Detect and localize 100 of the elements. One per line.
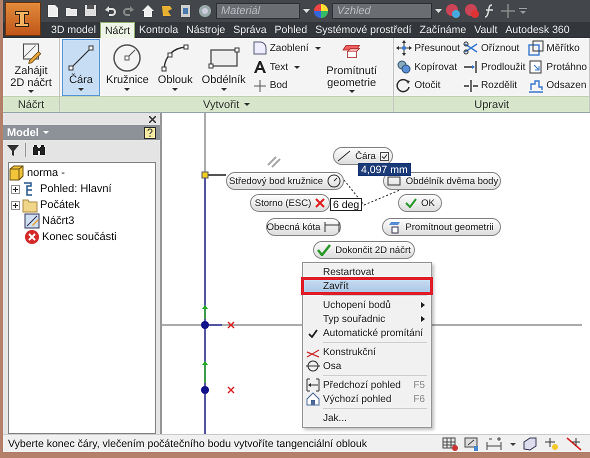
rectangle-icon bbox=[386, 175, 402, 187]
ribbon-tab[interactable]: Autodesk 360 bbox=[501, 22, 574, 38]
ribbon-tool[interactable]: Odsazen bbox=[528, 77, 587, 94]
expand-icon[interactable] bbox=[11, 184, 20, 194]
application-menu-button[interactable] bbox=[5, 2, 41, 36]
marking-menu-button[interactable]: Čára bbox=[333, 147, 393, 165]
color-wheel-icon[interactable] bbox=[313, 3, 329, 19]
constraint-icon[interactable] bbox=[464, 436, 480, 450]
menu-item[interactable]: Konstrukční bbox=[303, 345, 431, 359]
ribbon-tab[interactable]: Správa bbox=[229, 22, 271, 38]
x-axis-icon bbox=[227, 321, 235, 329]
ribbon-tool[interactable]: Text bbox=[252, 58, 321, 76]
ribbon-tab[interactable]: Náčrt bbox=[100, 22, 136, 38]
circle-center-icon bbox=[327, 174, 341, 188]
ribbon-tool[interactable]: Čára bbox=[62, 39, 100, 96]
dimension-icon[interactable] bbox=[486, 436, 504, 450]
menu-item[interactable]: Výchozí pohled F6 bbox=[303, 392, 431, 406]
ribbon-tab[interactable]: Systémové prostředí bbox=[311, 22, 416, 38]
ribbon-tool[interactable]: Bod bbox=[252, 77, 321, 94]
input-field[interactable]: 4,097 mm bbox=[358, 163, 411, 176]
ribbon-tool[interactable]: Zaoblení bbox=[252, 40, 321, 57]
move-axis-icon[interactable] bbox=[566, 436, 582, 450]
ribbon-tab[interactable]: Kontrola bbox=[135, 22, 182, 38]
tree-item[interactable]: Pohled: Hlavní bbox=[40, 183, 112, 195]
new-file-icon[interactable] bbox=[45, 3, 61, 19]
ribbon-tool[interactable]: Přesunout bbox=[396, 40, 460, 57]
ribbon-tool[interactable]: Měřítko bbox=[528, 40, 587, 57]
marking-menu-button[interactable]: Storno (ESC) bbox=[250, 194, 330, 212]
save-icon[interactable] bbox=[83, 3, 99, 19]
error-icon bbox=[24, 229, 40, 245]
ribbon-tool[interactable]: Oblouk bbox=[154, 39, 196, 96]
customize-icon[interactable] bbox=[519, 6, 527, 16]
paint-icon[interactable] bbox=[445, 3, 461, 19]
ribbon-tool[interactable]: Obdélník bbox=[198, 39, 249, 96]
ribbon-tool[interactable]: Otočit bbox=[396, 77, 460, 94]
menu-item[interactable]: Restartovat bbox=[303, 265, 431, 279]
tree-item[interactable]: Konec součásti bbox=[42, 231, 117, 243]
ribbon-tool[interactable]: Protáhno bbox=[528, 58, 587, 76]
trim-icon bbox=[462, 40, 479, 56]
binoculars-icon[interactable] bbox=[32, 144, 46, 156]
close-icon[interactable] bbox=[149, 116, 156, 122]
marking-menu-button[interactable]: Promítnout geometrii bbox=[382, 218, 501, 236]
sketch-point bbox=[202, 172, 208, 178]
menu-item[interactable]: Jak... bbox=[303, 411, 431, 425]
circle-icon bbox=[111, 42, 144, 74]
menu-item[interactable]: Zavřít bbox=[303, 279, 431, 293]
ribbon-tab[interactable]: Vault bbox=[470, 22, 502, 38]
arc-icon bbox=[159, 42, 192, 74]
marking-menu-button[interactable]: OK bbox=[398, 194, 442, 212]
ribbon-tool[interactable]: Rozdělit bbox=[462, 77, 526, 94]
sketch-point bbox=[201, 321, 209, 329]
ribbon-tool[interactable]: Promítnutí geometrie bbox=[324, 39, 380, 96]
face-icon[interactable] bbox=[522, 436, 538, 450]
status-message: Vyberte konec čáry, vlečením počátečního bodu vytvoříte tangenciální oblouk bbox=[8, 438, 367, 450]
tree-item[interactable]: Náčrt3 bbox=[42, 215, 74, 227]
input-field[interactable]: 6 deg bbox=[330, 198, 362, 211]
y-axis-icon bbox=[202, 361, 208, 383]
panel-title: Upravit bbox=[394, 96, 589, 112]
marking-menu-button[interactable]: Dokončit 2D náčrt bbox=[313, 241, 415, 259]
filter-icon[interactable] bbox=[7, 144, 19, 156]
rotate-icon bbox=[396, 78, 412, 94]
copy-icon bbox=[396, 59, 412, 76]
folder-icon bbox=[22, 197, 38, 213]
expand-icon[interactable] bbox=[11, 200, 20, 210]
ribbon-tab[interactable]: Nástroje bbox=[182, 22, 230, 38]
menu-item[interactable]: Automatické promítání bbox=[303, 326, 431, 340]
grid-icon[interactable] bbox=[442, 436, 458, 450]
menu-item[interactable]: Uchopení bodů bbox=[303, 298, 431, 312]
marking-menu-button[interactable]: Obdélník dvěma body bbox=[383, 172, 501, 190]
menu-item[interactable]: Předchozí pohled F5 bbox=[303, 378, 431, 392]
ribbon-tab[interactable]: Začínáme bbox=[416, 22, 470, 38]
panel-title: Náčrt bbox=[3, 96, 59, 112]
part-cube-icon bbox=[9, 165, 25, 181]
sketch-icon bbox=[24, 213, 40, 229]
menu-item[interactable]: Typ souřadnic bbox=[303, 312, 431, 326]
ribbon-tool[interactable]: Zahájit 2D náčrt bbox=[5, 39, 57, 96]
ribbon-tab[interactable]: Pohled bbox=[270, 22, 312, 38]
marking-menu-button[interactable]: Obecná kóta bbox=[266, 218, 341, 236]
scale-icon bbox=[528, 40, 544, 56]
menu-item[interactable]: Osa bbox=[303, 359, 431, 373]
ribbon-tool[interactable]: Kopírovat bbox=[396, 58, 460, 76]
panel-title[interactable]: Vytvořit bbox=[60, 96, 394, 112]
checkmark-icon bbox=[405, 198, 418, 208]
checkbox-icon bbox=[380, 152, 389, 160]
tree-item[interactable]: norma - bbox=[27, 167, 65, 179]
help-icon[interactable] bbox=[144, 126, 156, 138]
move-icon bbox=[396, 40, 412, 56]
move-light-icon[interactable] bbox=[544, 436, 560, 450]
line-icon bbox=[337, 150, 352, 162]
ribbon-tab[interactable]: 3D model bbox=[47, 22, 100, 38]
marking-menu-button[interactable]: Středový bod kružnice bbox=[226, 172, 344, 190]
ribbon-tool[interactable]: Oříznout bbox=[462, 40, 526, 57]
centerline-icon bbox=[306, 359, 320, 373]
checkmark-icon bbox=[317, 244, 332, 256]
home-icon[interactable] bbox=[140, 3, 156, 19]
text-icon bbox=[252, 59, 268, 76]
ribbon-tool[interactable]: Prodloužit bbox=[462, 58, 526, 76]
tree-item[interactable]: Počátek bbox=[40, 199, 80, 211]
ribbon-tool[interactable]: Kružnice bbox=[103, 39, 152, 96]
y-axis-icon bbox=[202, 305, 208, 319]
